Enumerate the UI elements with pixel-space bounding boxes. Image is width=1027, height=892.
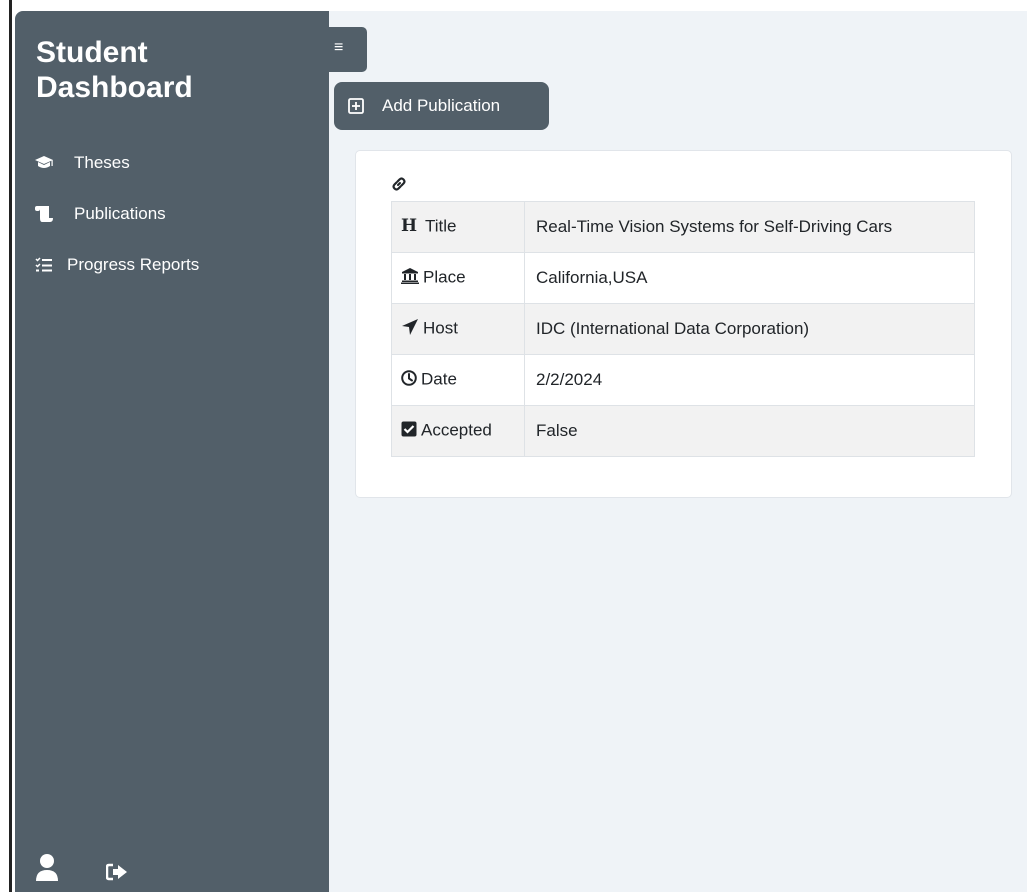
sidebar-item-publications[interactable]: Publications bbox=[33, 201, 199, 227]
table-row: H Title Real-Time Vision Systems for Sel… bbox=[391, 201, 975, 253]
checkbox-icon bbox=[401, 421, 417, 442]
row-value-cell: IDC (International Data Corporation) bbox=[524, 303, 975, 355]
row-value-cell: Real-Time Vision Systems for Self-Drivin… bbox=[524, 201, 975, 253]
location-arrow-icon bbox=[401, 318, 419, 340]
row-value-cell: California,USA bbox=[524, 252, 975, 304]
link-icon[interactable] bbox=[391, 176, 407, 197]
sidebar-nav: Theses Publications Progress Reports bbox=[33, 150, 199, 303]
building-columns-icon bbox=[401, 267, 419, 289]
table-row: Place California,USA bbox=[391, 252, 975, 304]
graduation-cap-icon bbox=[33, 153, 55, 173]
row-label-cell: Accepted bbox=[391, 405, 525, 457]
sidebar-item-label: Publications bbox=[74, 204, 166, 223]
list-check-icon bbox=[33, 255, 55, 275]
plus-square-icon bbox=[348, 98, 364, 114]
svg-text:H: H bbox=[401, 217, 417, 233]
row-value-cell: False bbox=[524, 405, 975, 457]
row-label-cell: Place bbox=[391, 252, 525, 304]
heading-icon: H bbox=[401, 216, 421, 238]
scroll-icon bbox=[33, 204, 55, 224]
row-value-cell: 2/2/2024 bbox=[524, 354, 975, 406]
table-row: Date 2/2/2024 bbox=[391, 354, 975, 406]
sidebar-item-progress-reports[interactable]: Progress Reports bbox=[33, 252, 199, 278]
table-row: Host IDC (International Data Corporation… bbox=[391, 303, 975, 355]
window-edge bbox=[9, 0, 12, 892]
add-publication-button[interactable]: Add Publication bbox=[334, 82, 549, 130]
sidebar-item-theses[interactable]: Theses bbox=[33, 150, 199, 176]
sidebar-footer bbox=[35, 853, 175, 886]
row-label-cell: H Title bbox=[391, 201, 525, 253]
sidebar: Student Dashboard Theses Publications Pr… bbox=[15, 11, 329, 892]
brand-title: Student Dashboard bbox=[36, 36, 193, 104]
publication-details-table: H Title Real-Time Vision Systems for Sel… bbox=[391, 201, 975, 457]
row-label-cell: Date bbox=[391, 354, 525, 406]
sidebar-item-label: Theses bbox=[74, 153, 130, 172]
sidebar-item-label: Progress Reports bbox=[67, 255, 200, 274]
sidebar-toggle-button[interactable]: ≡ bbox=[329, 27, 367, 72]
user-icon[interactable] bbox=[35, 853, 59, 886]
add-publication-label: Add Publication bbox=[382, 96, 501, 115]
clock-icon bbox=[401, 369, 417, 391]
row-label-cell: Host bbox=[391, 303, 525, 355]
sign-out-icon[interactable] bbox=[105, 863, 128, 886]
table-row: Accepted False bbox=[391, 405, 975, 457]
